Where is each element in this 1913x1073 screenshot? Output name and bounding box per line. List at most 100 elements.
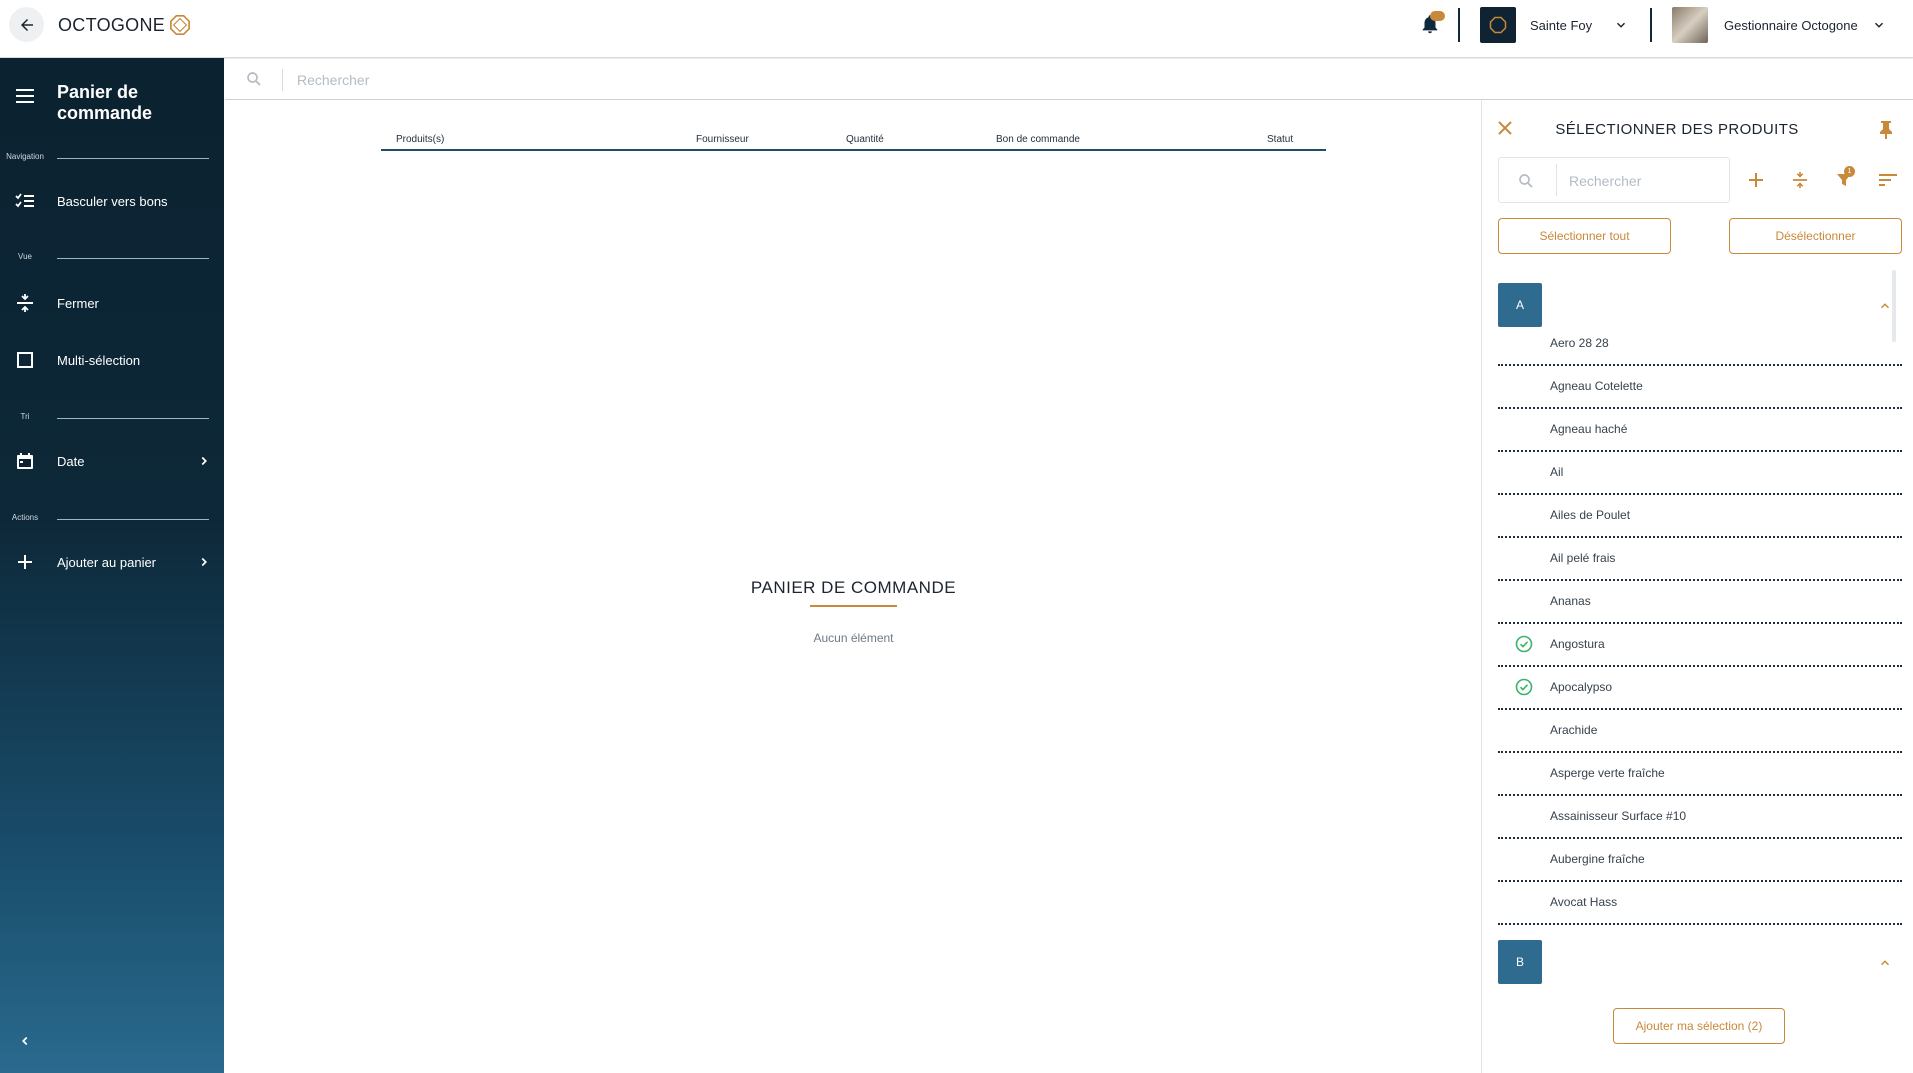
column-header-order[interactable]: Bon de commande <box>996 134 1080 145</box>
list-item[interactable]: Apocalypso <box>1498 667 1902 710</box>
list-item-label: Aero 28 28 <box>1550 336 1609 350</box>
list-item[interactable]: Arachide <box>1498 710 1902 753</box>
collapse-vertical-icon <box>14 292 36 314</box>
chevron-right-icon <box>201 456 207 466</box>
hamburger-icon <box>16 89 34 103</box>
site-selector[interactable]: Sainte Foy <box>1480 7 1628 43</box>
sidebar-item-date[interactable]: Date <box>0 439 224 483</box>
sidebar-item-label: Basculer vers bons <box>57 193 168 209</box>
section-divider <box>57 418 209 419</box>
collapse-all-button[interactable] <box>1788 168 1812 192</box>
list-item[interactable]: Aero 28 28 <box>1498 323 1902 366</box>
empty-state-underline <box>810 605 897 607</box>
group-letter: A <box>1498 283 1542 327</box>
page-title: Panier de commande <box>57 82 153 123</box>
sidebar-item-switch[interactable]: Basculer vers bons <box>0 179 224 223</box>
column-header-quantity[interactable]: Quantité <box>846 134 884 145</box>
list-item[interactable]: Assainisseur Surface #10 <box>1498 796 1902 839</box>
list-item[interactable]: Ananas <box>1498 581 1902 624</box>
search-input[interactable] <box>297 68 897 92</box>
list-item[interactable]: Avocat Hass <box>1498 882 1902 925</box>
avatar <box>1672 7 1708 43</box>
close-icon <box>1498 121 1512 135</box>
chevron-down-icon <box>1617 22 1626 28</box>
back-button[interactable] <box>9 7 44 42</box>
main-search-bar <box>225 59 1913 100</box>
calendar-icon <box>14 450 36 472</box>
list-item[interactable]: Ail pelé frais <box>1498 538 1902 581</box>
column-header-supplier[interactable]: Fournisseur <box>696 134 749 145</box>
column-header-status[interactable]: Statut <box>1267 134 1293 145</box>
group-header-b: B <box>1498 940 1902 993</box>
panel-search-input[interactable] <box>1569 171 1719 191</box>
check-circle-icon <box>1515 635 1533 653</box>
list-item-label: Asperge verte fraîche <box>1550 766 1665 780</box>
list-item[interactable]: Agneau Cotelette <box>1498 366 1902 409</box>
select-all-button[interactable]: Sélectionner tout <box>1498 218 1671 254</box>
section-label: Vue <box>18 252 32 261</box>
site-name: Sainte Foy <box>1530 17 1593 33</box>
sidebar-header: Panier de commande <box>0 58 224 138</box>
chevron-down-icon <box>1874 22 1883 28</box>
list-item-label: Agneau haché <box>1550 422 1628 436</box>
product-list: A Aero 28 28 Agneau Cotelette Agneau haché… <box>1498 283 1902 993</box>
list-item[interactable]: Asperge verte fraîche <box>1498 753 1902 796</box>
add-button[interactable] <box>1744 168 1768 192</box>
add-selection-button[interactable]: Ajouter ma sélection (2) <box>1613 1008 1785 1044</box>
section-actions: Actions <box>0 513 224 529</box>
chevron-up-icon[interactable] <box>1878 299 1892 313</box>
list-item[interactable]: Ailes de Poulet <box>1498 495 1902 538</box>
column-header-products[interactable]: Produits(s) <box>396 134 444 145</box>
chevron-left-icon <box>22 1036 28 1046</box>
sidebar-item-label: Fermer <box>57 295 99 311</box>
pin-panel-button[interactable] <box>1878 120 1894 145</box>
sidebar-item-add-cart[interactable]: Ajouter au panier <box>0 540 224 584</box>
section-label: Actions <box>11 513 39 522</box>
sidebar-item-label: Multi-sélection <box>57 352 141 368</box>
sidebar-item-multiselect[interactable]: Multi-sélection <box>0 338 224 382</box>
list-item[interactable]: Agneau haché <box>1498 409 1902 452</box>
collapse-vertical-icon <box>1792 172 1808 188</box>
plus-icon <box>1749 173 1763 187</box>
search-icon <box>247 72 261 86</box>
list-item[interactable]: Angostura <box>1498 624 1902 667</box>
collapse-sidebar-button[interactable] <box>18 1034 32 1053</box>
user-menu[interactable]: Gestionnaire Octogone <box>1672 7 1886 43</box>
site-logo <box>1480 7 1516 43</box>
group-a-items: Aero 28 28 Agneau Cotelette Agneau haché Ai… <box>1498 323 1902 925</box>
filter-button[interactable]: 1 <box>1832 166 1856 192</box>
section-label: Navigation <box>6 152 44 161</box>
sidebar-item-close[interactable]: Fermer <box>0 281 224 325</box>
arrow-left-icon <box>20 18 33 31</box>
list-item[interactable]: Aubergine fraîche <box>1498 839 1902 882</box>
section-divider <box>57 158 209 159</box>
divider <box>1458 8 1460 42</box>
sort-icon <box>1879 174 1897 186</box>
list-item-label: Ananas <box>1550 594 1591 608</box>
section-sort: Tri <box>0 412 224 428</box>
section-navigation: Navigation <box>0 152 224 168</box>
search-divider <box>282 69 283 91</box>
sort-button[interactable] <box>1876 168 1900 192</box>
pin-icon <box>1880 121 1892 139</box>
list-item-label: Arachide <box>1550 723 1598 737</box>
group-letter: B <box>1498 940 1542 984</box>
empty-state-title: PANIER DE COMMANDE <box>750 578 957 597</box>
list-item-label: Ail <box>1550 465 1564 479</box>
checkbox-icon <box>14 349 36 371</box>
search-icon <box>1519 174 1533 188</box>
section-divider <box>57 519 209 520</box>
close-panel-button[interactable] <box>1497 120 1513 141</box>
brand-name: OCTOGONE <box>58 14 166 35</box>
chevron-right-icon <box>201 557 207 567</box>
panel-search <box>1498 157 1730 203</box>
list-item-label: Assainisseur Surface #10 <box>1550 809 1687 823</box>
menu-button[interactable] <box>16 88 36 109</box>
deselect-button[interactable]: Désélectionner <box>1729 218 1902 254</box>
top-bar: OCTOGONE Sainte Foy Gestionnaire Octogon… <box>0 0 1913 58</box>
notifications-button[interactable] <box>1419 11 1445 37</box>
list-item-label: Ail pelé frais <box>1550 551 1616 565</box>
chevron-up-icon[interactable] <box>1878 956 1892 970</box>
list-item[interactable]: Ail <box>1498 452 1902 495</box>
notification-badge <box>1430 11 1445 21</box>
